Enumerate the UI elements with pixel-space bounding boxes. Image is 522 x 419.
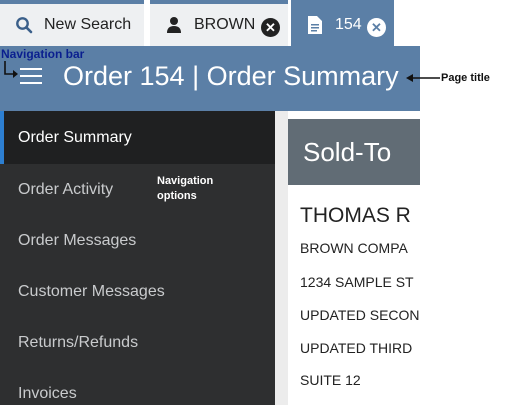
search-icon: [14, 15, 34, 35]
sidebar-item-customer-messages[interactable]: Customer Messages: [0, 266, 275, 317]
person-icon: [164, 15, 184, 35]
annotation-navigation-bar: Navigation bar: [1, 47, 85, 61]
sidebar-navigation: Order Summary Order Activity Order Messa…: [0, 111, 275, 405]
sold-to-name: THOMAS R: [300, 204, 411, 227]
sidebar-item-invoices[interactable]: Invoices: [0, 368, 275, 419]
annotation-navigation-options-line: options: [157, 190, 197, 202]
tab-new-search[interactable]: New Search: [0, 0, 144, 46]
document-icon: [305, 15, 325, 35]
tab-order-154[interactable]: 154 ✕: [291, 0, 394, 46]
tab-label: 154: [335, 16, 362, 33]
sold-to-address-line: UPDATED THIRD: [300, 340, 413, 356]
page-title: Order 154 | Order Summary: [63, 61, 399, 91]
sold-to-address-line: 1234 SAMPLE ST: [300, 274, 414, 290]
sidebar-item-order-messages[interactable]: Order Messages: [0, 215, 275, 266]
hamburger-menu-icon[interactable]: [20, 68, 42, 86]
sidebar-item-order-summary[interactable]: Order Summary: [0, 111, 275, 164]
sold-to-address-line: BROWN COMPA: [300, 240, 408, 256]
sold-to-heading: Sold-To: [288, 119, 420, 185]
annotation-arrow-icon: [406, 74, 440, 82]
annotation-navigation-options: Navigation options: [157, 174, 213, 204]
sidebar-item-returns-refunds[interactable]: Returns/Refunds: [0, 317, 275, 368]
sold-to-address-line: SUITE 12: [300, 372, 361, 388]
close-icon[interactable]: ✕: [261, 18, 280, 37]
sidebar-item-order-activity[interactable]: Order Activity: [0, 164, 275, 215]
annotation-arrow-icon: [4, 61, 18, 78]
tab-customer-brown[interactable]: BROWN ✕: [150, 0, 288, 46]
tab-label: New Search: [44, 16, 132, 33]
tab-label: BROWN: [194, 16, 256, 33]
annotation-navigation-options-line: Navigation: [157, 175, 214, 187]
main-content: Sold-To THOMAS R BROWN COMPA 1234 SAMPLE…: [275, 111, 420, 405]
content-gutter: [275, 111, 288, 405]
sold-to-address-line: UPDATED SECON: [300, 307, 420, 323]
tab-bar: New Search BROWN ✕ 154 ✕: [0, 0, 420, 46]
close-icon[interactable]: ✕: [367, 18, 386, 37]
annotation-page-title: Page title: [441, 72, 490, 84]
